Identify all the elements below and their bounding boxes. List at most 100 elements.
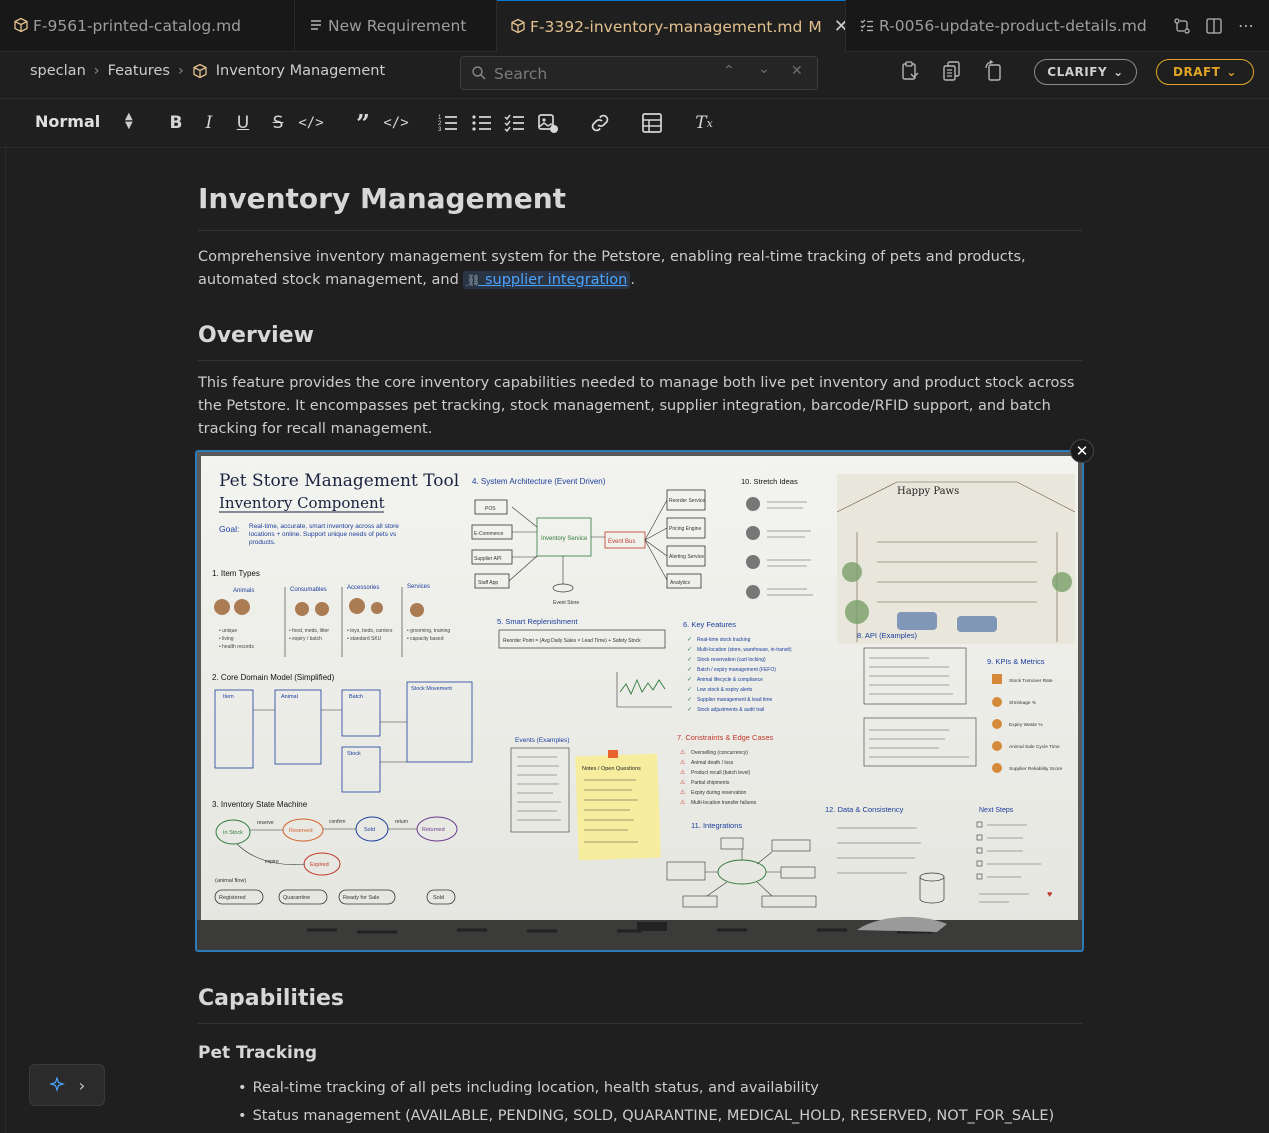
inline-code-icon[interactable]: </> [298,111,323,135]
whiteboard-image[interactable]: Pet Store Management Tool Inventory Comp… [195,450,1084,952]
more-actions-icon[interactable]: ⋯ [1237,16,1255,35]
image-icon[interactable] [536,111,560,135]
svg-text:• food, meds, litter: • food, meds, litter [289,628,329,634]
constraint-item: Product recall (batch level) [691,770,751,776]
breadcrumb-current[interactable]: Inventory Management [216,63,385,79]
capabilities-heading: Capabilities [198,986,1082,1024]
list-item: Status management (AVAILABLE, PENDING, S… [238,1108,1122,1124]
feature-item: Batch / expiry management (FEFO) [697,667,776,673]
blockquote-icon[interactable]: ” [351,109,375,138]
block-style-select[interactable]: Normal ▲ ▼ [35,112,133,132]
svg-text:✓: ✓ [687,677,692,683]
search-icon [472,66,486,80]
state-returned: Returned [422,827,445,833]
svg-text:• standard SKU: • standard SKU [347,636,382,642]
updown-arrows-icon: ▲ ▼ [125,111,133,131]
svg-text:• grooming, training: • grooming, training [407,628,450,634]
feature-item: Supplier management & lead time [697,697,773,703]
domain-batch: Batch [349,694,363,700]
tab-printed-catalog[interactable]: F-9561-printed-catalog.md [0,0,295,52]
svg-text:⚠: ⚠ [680,779,686,786]
ai-assistant-toggle[interactable]: › [29,1064,105,1106]
search-box: ⌃ ⌄ ✕ [460,56,818,90]
copy-list-icon[interactable] [942,60,962,82]
rotate-document-icon[interactable] [984,60,1004,82]
section-constraints: 7. Constraints & Edge Cases [677,733,774,742]
box-icon [193,63,207,79]
feature-item: Animal lifecycle & compliance [697,677,763,683]
kpi-item: Stock Turnover Rate [1009,678,1053,684]
feature-item: Real-time stock tracking [697,637,751,643]
supplier-integration-link[interactable]: ⛓︎ supplier integration [463,271,631,289]
domain-animal: Animal [281,694,298,700]
editor-tab-bar: F-9561-printed-catalog.md New Requiremen… [0,0,1269,52]
events-label: Events (Examples) [515,737,570,744]
clear-formatting-icon[interactable]: Tx [692,111,716,135]
state-expired: Expired [310,862,329,868]
bold-icon[interactable]: B [164,111,188,135]
svg-text:✓: ✓ [687,687,692,693]
code-block-icon[interactable]: </> [383,111,408,135]
svg-text:• capacity based: • capacity based [407,636,444,642]
tab-new-requirement[interactable]: New Requirement [295,0,497,52]
search-input[interactable] [494,63,704,85]
modified-indicator: M [808,17,822,36]
pet-tracking-heading: Pet Tracking [198,1043,318,1063]
state-reserved: Reserved [289,828,313,834]
store-sign: Happy Paws [897,486,959,497]
feature-item: Multi-location (store, warehouse, in-tra… [697,647,792,653]
task-list-icon[interactable] [503,111,527,135]
italic-icon[interactable]: I [197,111,221,135]
notes-label: Notes / Open Questions [582,766,641,772]
underline-icon[interactable]: U [231,111,255,135]
clipboard-sync-icon[interactable] [900,60,920,82]
svg-text:• unique: • unique [219,628,237,634]
chevron-down-icon: ⌄ [1113,65,1124,79]
strikethrough-icon[interactable]: S [266,111,290,135]
clarify-dropdown[interactable]: CLARIFY ⌄ [1034,59,1137,85]
previous-match-icon[interactable]: ⌃ [723,63,735,79]
item-type-accessories: Accessories [347,585,379,591]
whiteboard-drawing: Pet Store Management Tool Inventory Comp… [197,452,1082,950]
clear-search-icon[interactable]: ✕ [791,63,803,79]
item-type-services: Services [407,584,430,590]
arch-target-reorder: Reorder Service [669,498,705,504]
kpi-item: Expiry Waste % [1009,722,1043,728]
link-icon: ⛓︎ [466,274,481,287]
status-label: DRAFT [1173,65,1221,79]
svg-text:⚠: ⚠ [680,759,686,766]
chevron-right-icon: › [78,1075,86,1095]
compare-changes-icon[interactable] [1173,17,1191,35]
constraint-item: Partial shipments [691,780,730,786]
kpi-item: Supplier Reliability Score [1009,766,1063,772]
formatting-toolbar: Normal ▲ ▼ B I U S </> ” </> 123 Tx [0,98,1269,148]
svg-text:• health records: • health records [219,644,254,650]
next-match-icon[interactable]: ⌄ [758,61,770,77]
tab-update-product-details[interactable]: R-0056-update-product-details.md [846,0,1162,52]
breadcrumb-root[interactable]: speclan [30,63,86,79]
section-replenishment: 5. Smart Replenishment [497,617,578,626]
link-icon[interactable] [588,111,612,135]
close-image-icon[interactable]: ✕ [1070,439,1094,463]
status-draft-dropdown[interactable]: DRAFT ⌄ [1156,59,1254,85]
intro-paragraph: Comprehensive inventory management syste… [198,246,1082,292]
breadcrumb-features[interactable]: Features [108,63,170,79]
reorder-formula: Reorder Point = (Avg Daily Sales × Lead … [503,638,641,644]
whiteboard-title: Pet Store Management Tool [219,471,459,491]
block-style-value: Normal [35,112,101,131]
transition-reserve: reserve [257,820,274,826]
arch-source-staff-app: Staff App [478,580,498,586]
chevron-down-icon: ⌄ [1226,65,1237,79]
section-api: 8. API (Examples) [857,631,918,640]
split-editor-icon[interactable] [1205,17,1223,35]
table-icon[interactable] [640,111,664,135]
tab-inventory-management[interactable]: F-3392-inventory-management.md M ✕ [497,0,846,52]
ordered-list-icon[interactable]: 123 [436,111,460,135]
spec-actions [900,60,1004,82]
svg-text:✓: ✓ [687,697,692,703]
tab-label: R-0056-update-product-details.md [879,17,1147,35]
bullet-list-icon[interactable] [470,111,494,135]
close-tab-icon[interactable]: ✕ [834,16,845,37]
flow-ready-for-sale: Ready for Sale [343,895,379,901]
arch-source-pos: POS [485,506,496,512]
